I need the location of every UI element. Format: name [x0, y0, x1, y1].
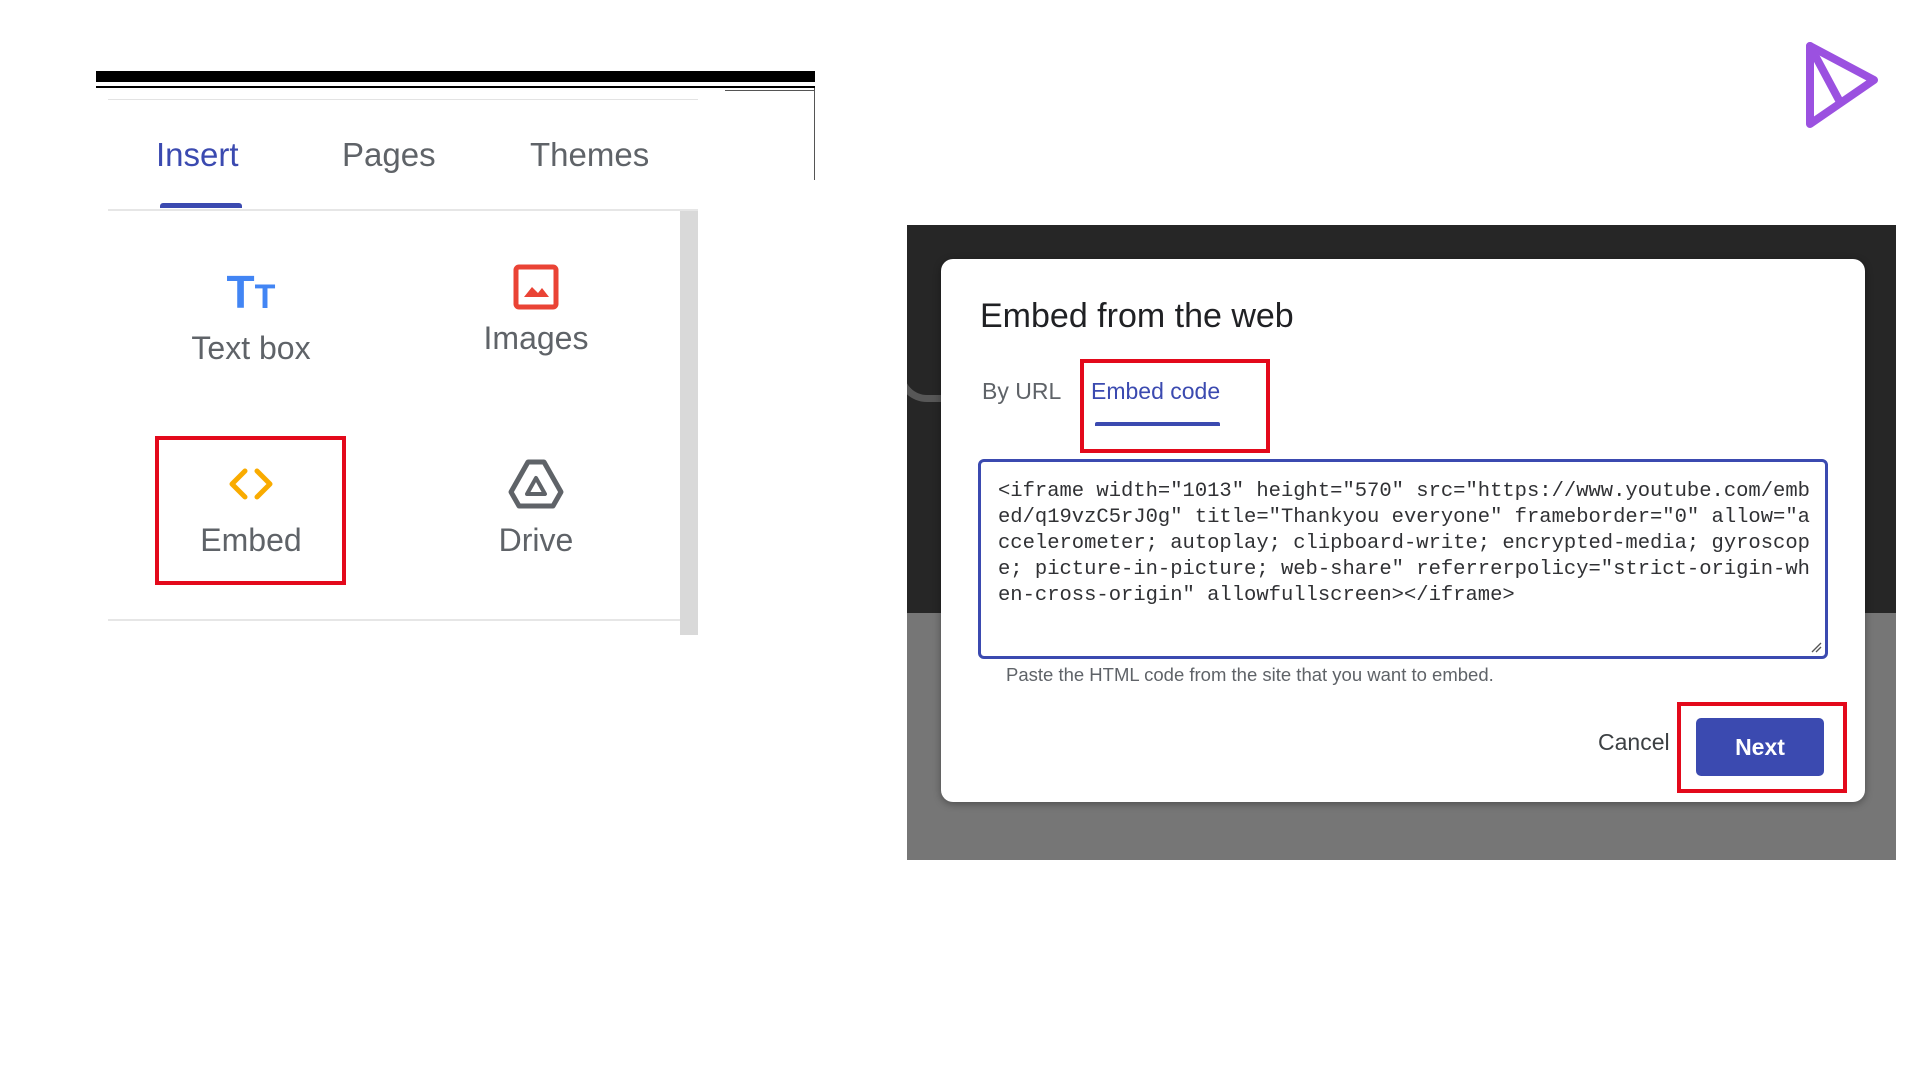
active-tab-indicator: [160, 203, 242, 208]
window-top-bar: [96, 71, 815, 82]
text-box-label: Text box: [191, 330, 311, 366]
panel-bottom-divider: [108, 619, 680, 621]
image-icon: [513, 264, 559, 310]
drive-label: Drive: [498, 522, 574, 558]
panel-scrollbar[interactable]: [680, 211, 698, 635]
embed-code-textarea[interactable]: <iframe width="1013" height="570" src="h…: [978, 459, 1828, 659]
tab-by-url[interactable]: By URL: [982, 378, 1061, 405]
insert-images-tile[interactable]: Images: [441, 264, 631, 357]
embed-code-value: <iframe width="1013" height="570" src="h…: [998, 480, 1810, 607]
embed-dialog: Embed from the web By URL Embed code <if…: [941, 259, 1865, 802]
embed-code-highlight-box: [1080, 359, 1270, 453]
embed-dialog-screenshot: Embed from the web By URL Embed code <if…: [907, 225, 1896, 860]
helper-text: Paste the HTML code from the site that y…: [1006, 664, 1494, 685]
resize-handle-icon[interactable]: [1810, 641, 1822, 653]
insert-panel-tabs: Insert Pages Themes: [108, 100, 698, 210]
tab-insert[interactable]: Insert: [156, 136, 239, 174]
backdrop-ghost-shape: [907, 315, 944, 402]
tab-pages[interactable]: Pages: [342, 136, 436, 174]
cancel-button[interactable]: Cancel: [1598, 729, 1670, 756]
text-box-icon: TT: [226, 266, 276, 318]
images-label: Images: [483, 320, 589, 356]
window-top-rule: [96, 86, 815, 88]
tab-themes[interactable]: Themes: [530, 136, 649, 174]
embed-highlight-box: [155, 436, 346, 585]
drive-icon: [508, 459, 564, 509]
next-highlight-box: [1677, 702, 1847, 793]
insert-text-box-tile[interactable]: TT Text box: [156, 264, 346, 367]
window-edge-right: [814, 88, 815, 180]
dialog-title: Embed from the web: [980, 297, 1294, 335]
brand-logo-icon: [1806, 42, 1878, 128]
window-edge-top: [725, 90, 815, 91]
insert-drive-tile[interactable]: Drive: [441, 456, 631, 559]
